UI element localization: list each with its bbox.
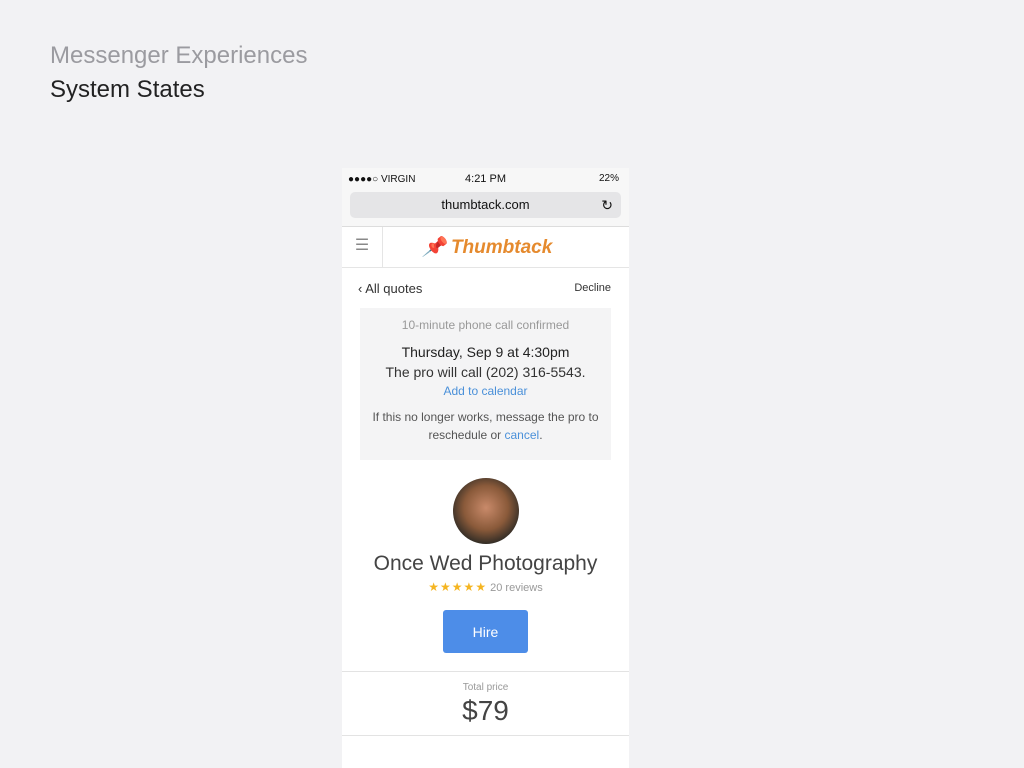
rating-row: ★★★★★ 20 reviews xyxy=(342,580,629,594)
hamburger-icon[interactable]: ☰ xyxy=(342,227,383,267)
confirmation-caption: 10-minute phone call confirmed xyxy=(401,318,570,332)
url-text: thumbtack.com xyxy=(441,197,530,212)
reschedule-note: If this no longer works, message the pro… xyxy=(372,410,599,442)
price-amount: $79 xyxy=(462,695,509,726)
app-nav: ☰ 📌 Thumbtack xyxy=(342,227,629,268)
call-line: The pro will call (202) 316-5543. xyxy=(385,364,586,380)
page-subtitle: System States xyxy=(50,76,205,103)
page-title: Messenger Experiences xyxy=(50,42,308,69)
confirmation-datetime: Thursday, Sep 9 at 4:30pm xyxy=(401,344,570,360)
confirmation-card: 10-minute phone call confirmed Thursday,… xyxy=(360,308,611,460)
decline-button[interactable]: Decline xyxy=(574,282,611,294)
browser-bar: thumbtack.com ↻ xyxy=(342,190,629,227)
brand-logo[interactable]: 📌 Thumbtack xyxy=(422,235,552,259)
price-label: Total price xyxy=(462,682,509,693)
avatar xyxy=(452,478,519,544)
time-label: 4:21 PM xyxy=(465,173,506,185)
cancel-link[interactable]: cancel xyxy=(505,428,540,442)
reload-icon[interactable]: ↻ xyxy=(601,192,613,218)
battery-label: 22% xyxy=(598,173,619,184)
hire-button[interactable]: Hire xyxy=(443,610,528,653)
phone-screen: ●●●●○ VIRGIN 4:21 PM 22% thumbtack.com ↻… xyxy=(342,168,629,768)
price-box: Total price $79 xyxy=(342,671,629,736)
reviews-count[interactable]: 20 reviews xyxy=(490,582,543,594)
star-icons: ★★★★★ xyxy=(428,580,488,594)
sub-nav: ‹ All quotes Decline xyxy=(342,268,629,308)
url-field[interactable]: thumbtack.com ↻ xyxy=(350,192,621,218)
add-calendar-link[interactable]: Add to calendar xyxy=(368,384,603,398)
pro-name: Once Wed Photography xyxy=(373,552,598,575)
back-button[interactable]: ‹ All quotes xyxy=(358,281,422,296)
status-bar: ●●●●○ VIRGIN 4:21 PM 22% xyxy=(342,168,629,190)
